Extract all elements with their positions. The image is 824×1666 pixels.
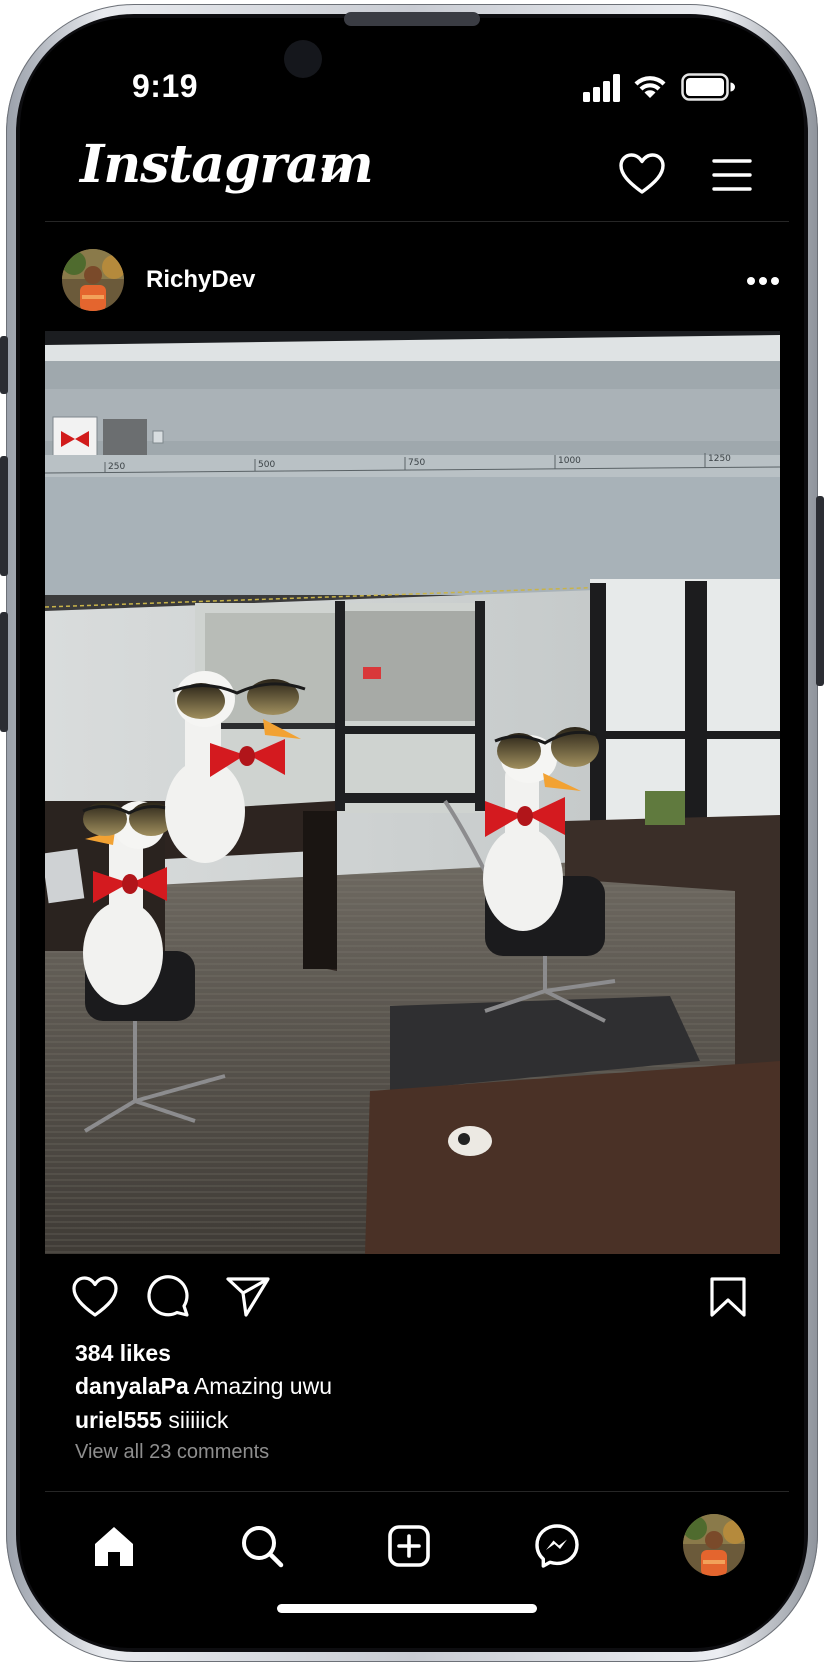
bookmark-icon[interactable] xyxy=(709,1276,747,1318)
menu-icon[interactable] xyxy=(712,158,752,192)
earpiece xyxy=(344,12,480,26)
profile-avatar[interactable] xyxy=(683,1514,745,1576)
battery-icon xyxy=(681,73,735,101)
volume-up-button xyxy=(0,456,8,576)
front-camera xyxy=(284,40,322,78)
header-divider xyxy=(45,221,789,222)
post-image[interactable]: 250500750 10001250 ⌖ xyxy=(45,331,780,1254)
search-icon[interactable] xyxy=(240,1524,284,1568)
share-icon[interactable] xyxy=(226,1276,270,1318)
chevron-down-icon[interactable] xyxy=(320,166,344,182)
comment-text: siiiiick xyxy=(168,1407,229,1433)
home-indicator[interactable] xyxy=(277,1604,537,1613)
post-username[interactable]: RichyDev xyxy=(146,266,255,294)
more-options-icon[interactable] xyxy=(746,276,780,286)
volume-down-button xyxy=(0,612,8,732)
svg-text:1000: 1000 xyxy=(558,456,581,466)
comment-line: danyalaPa Amazing uwu xyxy=(75,1373,332,1400)
svg-text:500: 500 xyxy=(258,460,275,470)
like-icon[interactable] xyxy=(72,1276,118,1318)
svg-text:250: 250 xyxy=(108,462,125,472)
instagram-logo[interactable]: Instagram xyxy=(80,134,374,195)
mute-switch xyxy=(0,336,8,394)
wifi-icon xyxy=(633,72,667,100)
home-icon[interactable] xyxy=(92,1524,136,1568)
svg-text:750: 750 xyxy=(408,458,425,468)
likes-count[interactable]: 384 likes xyxy=(75,1340,171,1367)
messenger-icon[interactable] xyxy=(534,1523,580,1569)
svg-text:1250: 1250 xyxy=(708,454,731,464)
comment-icon[interactable] xyxy=(146,1274,190,1318)
nav-divider xyxy=(45,1491,789,1492)
comment-line: uriel555 siiiiick xyxy=(75,1407,228,1434)
power-button xyxy=(816,496,824,686)
heart-icon[interactable] xyxy=(619,153,665,195)
status-time: 9:19 xyxy=(132,68,199,104)
signal-icon xyxy=(583,74,623,102)
post-author-avatar[interactable] xyxy=(62,249,124,311)
view-all-comments-link[interactable]: View all 23 comments xyxy=(75,1441,269,1464)
new-post-icon[interactable] xyxy=(387,1524,431,1568)
comment-username[interactable]: uriel555 xyxy=(75,1407,162,1433)
comment-text: Amazing uwu xyxy=(193,1373,332,1399)
comment-username[interactable]: danyalaPa xyxy=(75,1373,189,1399)
